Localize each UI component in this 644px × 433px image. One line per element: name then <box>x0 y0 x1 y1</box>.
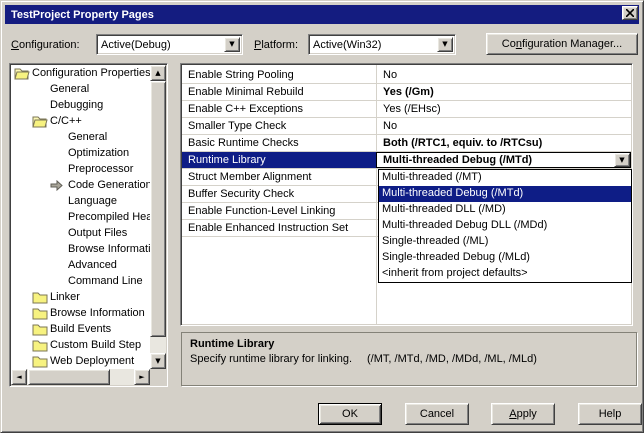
scroll-left-icon: ◄ <box>16 374 21 381</box>
scrollbar-corner <box>150 369 166 385</box>
folder-icon <box>32 291 50 304</box>
chevron-down-icon: ▼ <box>619 157 624 164</box>
tree-item-browse-information-top[interactable]: Browse Information <box>11 305 150 321</box>
property-row-enable-minimal-rebuild[interactable]: Enable Minimal Rebuild Yes (/Gm) <box>182 84 631 101</box>
folder-icon <box>32 355 50 368</box>
open-folder-icon <box>32 115 50 128</box>
runtime-library-combobox[interactable]: Multi-threaded Debug (/MTd) ▼ <box>376 152 631 168</box>
tree-vertical-scrollbar[interactable]: ▲ ▼ <box>150 65 166 369</box>
open-folder-icon <box>14 67 32 80</box>
title-bar: TestProject Property Pages <box>5 5 639 24</box>
scroll-up-icon: ▲ <box>155 70 160 77</box>
current-page-arrow-icon <box>50 180 68 191</box>
platform-label: Platform: <box>254 39 298 51</box>
tree-item-output-files[interactable]: Output Files <box>11 225 150 241</box>
chevron-down-icon: ▼ <box>229 41 234 48</box>
tree-item-cpp-general[interactable]: General <box>11 129 150 145</box>
property-row-basic-runtime-checks[interactable]: Basic Runtime Checks Both (/RTC1, equiv.… <box>182 135 631 152</box>
settings-tree: Configuration Properties General Debuggi… <box>9 63 168 387</box>
scroll-left-button[interactable]: ◄ <box>11 369 27 385</box>
close-icon <box>626 9 634 17</box>
property-row-runtime-library[interactable]: Runtime Library Multi-threaded Debug (/M… <box>182 152 631 169</box>
dropdown-option-ml[interactable]: Single-threaded (/ML) <box>379 234 631 250</box>
tree-item-custom-build-step[interactable]: Custom Build Step <box>11 337 150 353</box>
tree-item-configuration-properties[interactable]: Configuration Properties <box>11 65 150 81</box>
folder-icon <box>32 339 50 352</box>
tree-item-code-generation[interactable]: Code Generation <box>11 177 150 193</box>
platform-select[interactable]: Active(Win32) ▼ <box>308 34 456 55</box>
configuration-select[interactable]: Active(Debug) ▼ <box>96 34 243 55</box>
dropdown-option-mt[interactable]: Multi-threaded (/MT) <box>379 170 631 186</box>
property-pages-dialog: TestProject Property Pages Configuration… <box>0 0 644 433</box>
ok-button[interactable]: OK <box>318 403 382 425</box>
scroll-right-button[interactable]: ► <box>134 369 150 385</box>
tree-item-debugging[interactable]: Debugging <box>11 97 150 113</box>
configuration-manager-button[interactable]: Configuration Manager... <box>486 33 638 55</box>
runtime-library-dropdown-button[interactable]: ▼ <box>614 153 630 167</box>
dropdown-option-mtd-selected[interactable]: Multi-threaded Debug (/MTd) <box>379 186 631 202</box>
dropdown-option-mdd[interactable]: Multi-threaded Debug DLL (/MDd) <box>379 218 631 234</box>
folder-icon <box>32 323 50 336</box>
tree-item-advanced[interactable]: Advanced <box>11 257 150 273</box>
scroll-down-icon: ▼ <box>155 358 160 365</box>
platform-value: Active(Win32) <box>309 39 437 51</box>
scroll-down-button[interactable]: ▼ <box>150 353 166 369</box>
tree-item-precompiled-headers[interactable]: Precompiled Headers <box>11 209 150 225</box>
tree-item-c-cpp[interactable]: C/C++ <box>11 113 150 129</box>
dropdown-option-mld[interactable]: Single-threaded Debug (/MLd) <box>379 250 631 266</box>
description-title: Runtime Library <box>182 333 636 353</box>
tree-item-language[interactable]: Language <box>11 193 150 209</box>
tree-item-browse-information[interactable]: Browse Information <box>11 241 150 257</box>
dropdown-option-inherit[interactable]: <inherit from project defaults> <box>379 266 631 282</box>
platform-dropdown-button[interactable]: ▼ <box>437 37 453 52</box>
horizontal-scroll-thumb[interactable] <box>28 369 110 385</box>
runtime-library-value: Multi-threaded Debug (/MTd) <box>383 154 532 166</box>
scroll-up-button[interactable]: ▲ <box>150 65 166 81</box>
scroll-right-icon: ► <box>139 374 144 381</box>
property-row-smaller-type-check[interactable]: Smaller Type Check No <box>182 118 631 135</box>
description-text: Specify runtime library for linking.(/MT… <box>182 353 636 365</box>
folder-icon <box>32 307 50 320</box>
apply-button[interactable]: Apply <box>491 403 555 425</box>
tree-item-linker[interactable]: Linker <box>11 289 150 305</box>
configuration-label: Configuration: <box>11 39 80 51</box>
property-row-enable-string-pooling[interactable]: Enable String Pooling No <box>182 67 631 84</box>
tree-horizontal-scrollbar[interactable]: ◄ ► <box>11 369 150 385</box>
tree-item-general[interactable]: General <box>11 81 150 97</box>
property-description-panel: Runtime Library Specify runtime library … <box>181 332 637 386</box>
tree-viewport: Configuration Properties General Debuggi… <box>11 65 150 369</box>
tree-item-command-line[interactable]: Command Line <box>11 273 150 289</box>
close-button[interactable] <box>622 6 638 20</box>
help-button[interactable]: Help <box>578 403 642 425</box>
tree-item-web-deployment[interactable]: Web Deployment <box>11 353 150 369</box>
vertical-scroll-thumb[interactable] <box>150 81 166 337</box>
property-row-enable-cpp-exceptions[interactable]: Enable C++ Exceptions Yes (/EHsc) <box>182 101 631 118</box>
dropdown-option-md[interactable]: Multi-threaded DLL (/MD) <box>379 202 631 218</box>
description-switches: (/MT, /MTd, /MD, /MDd, /ML, /MLd) <box>367 353 537 365</box>
chevron-down-icon: ▼ <box>442 41 447 48</box>
configuration-dropdown-button[interactable]: ▼ <box>224 37 240 52</box>
tree-item-build-events[interactable]: Build Events <box>11 321 150 337</box>
runtime-library-dropdown-list: Multi-threaded (/MT) Multi-threaded Debu… <box>378 169 632 283</box>
dialog-title: TestProject Property Pages <box>11 9 154 21</box>
cancel-button[interactable]: Cancel <box>405 403 469 425</box>
configuration-value: Active(Debug) <box>97 39 224 51</box>
tree-item-optimization[interactable]: Optimization <box>11 145 150 161</box>
tree-item-preprocessor[interactable]: Preprocessor <box>11 161 150 177</box>
